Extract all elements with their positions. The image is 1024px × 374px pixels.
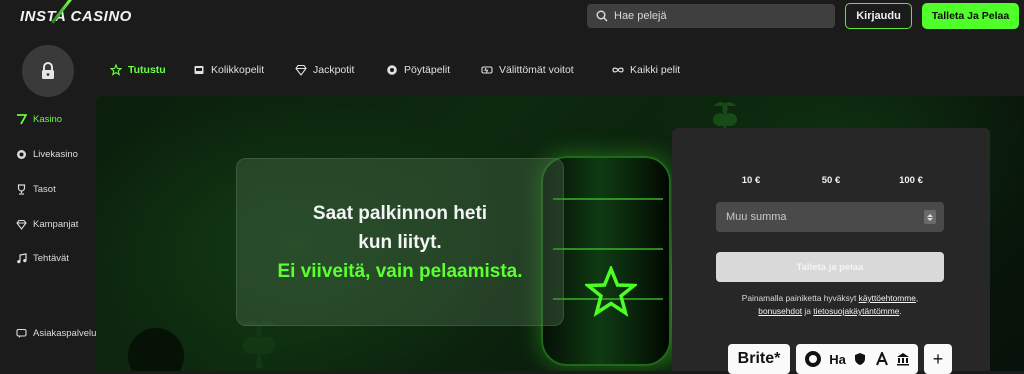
tab-kaikki-pelit[interactable]: Kaikki pelit: [612, 64, 680, 76]
payment-logos-group: Ha: [796, 344, 918, 374]
logo-text: INSTA CASINO: [20, 8, 132, 25]
sidebar-item-label: Kampanjat: [33, 219, 79, 230]
sidebar-item-tasot[interactable]: Tasot: [16, 184, 56, 195]
star-icon: [110, 64, 122, 76]
diamond-icon: [16, 219, 27, 230]
deposit-and-play-button[interactable]: Talleta Ja Pelaa: [922, 3, 1019, 29]
tab-valittomat-voitot[interactable]: Välittömät voitot: [481, 64, 574, 76]
diamond-icon: [295, 64, 307, 76]
tab-label: Tutustu: [128, 64, 166, 76]
sidebar-item-tehtavat[interactable]: Tehtävät: [16, 253, 69, 264]
brite-logo: Brite*: [728, 344, 790, 374]
chips-icon: [387, 65, 397, 75]
chat-icon: [16, 328, 27, 338]
more-payment-methods-button[interactable]: +: [924, 344, 952, 374]
bank-icon: [897, 353, 910, 366]
sidebar-item-label: Tasot: [33, 184, 56, 195]
promo-line-2: kun liityt.: [358, 231, 442, 253]
payment-methods: Brite* Ha +: [728, 344, 952, 374]
seven-icon: [17, 114, 27, 125]
sidebar-item-asiakaspalvelu[interactable]: Asiakaspalvelu: [16, 328, 96, 339]
chip-hand-icon: [17, 150, 26, 159]
star-icon: [585, 266, 637, 317]
instant-icon: [481, 66, 493, 74]
sidebar: Kasino Livekasino Tasot Kampanjat Tehtäv…: [0, 34, 96, 371]
promo-line-3: Ei viiveitä, vain pelaamista.: [277, 260, 523, 282]
tab-poytapelit[interactable]: Pöytäpelit: [386, 64, 450, 76]
infinity-icon: [612, 67, 624, 73]
lock-icon: [42, 62, 54, 79]
sidebar-item-kampanjat[interactable]: Kampanjat: [16, 219, 78, 230]
letter-a-icon: [875, 352, 888, 366]
login-button[interactable]: Kirjaudu: [845, 3, 912, 29]
search-placeholder: Hae pelejä: [614, 10, 667, 22]
deposit-panel: 10 € 50 € 100 € Muu summa Talleta ja pel…: [672, 128, 990, 374]
trophy-icon: [17, 184, 26, 195]
tab-label: Kolikkopelit: [211, 64, 265, 76]
search-input[interactable]: Hae pelejä: [587, 4, 835, 28]
payment-logo-text: Ha: [829, 351, 846, 367]
payment-provider-icon: [804, 351, 821, 367]
custom-amount-input[interactable]: Muu summa: [716, 202, 944, 232]
sidebar-item-livekasino[interactable]: Livekasino: [16, 149, 78, 160]
sidebar-item-label: Asiakaspalvelu: [33, 328, 97, 339]
sidebar-item-kasino[interactable]: Kasino: [16, 114, 62, 125]
category-tabs: Tutustu Kolikkopelit Jackpotit Pöytäpeli…: [96, 34, 1024, 96]
slot-icon: [194, 66, 204, 74]
tab-kolikkopelit[interactable]: Kolikkopelit: [193, 64, 264, 76]
amount-option-100[interactable]: 100 €: [876, 172, 946, 188]
amount-option-50[interactable]: 50 €: [796, 172, 866, 188]
search-icon: [596, 10, 608, 22]
sidebar-item-label: Kasino: [33, 114, 63, 125]
tab-label: Kaikki pelit: [630, 64, 681, 76]
amount-option-10[interactable]: 10 €: [716, 172, 786, 188]
music-note-icon: [17, 253, 27, 264]
promo-card: Saat palkinnon heti kun liityt. Ei viive…: [236, 158, 564, 326]
bonus-terms-link[interactable]: bonusehdot: [758, 306, 802, 316]
shield-icon: [855, 353, 866, 365]
tab-tutustu[interactable]: Tutustu: [110, 64, 166, 76]
privacy-policy-link[interactable]: tietosuojakäytäntömme: [813, 306, 899, 316]
terms-text: Painamalla painiketta hyväksyt käyttöeht…: [741, 293, 919, 316]
promo-line-1: Saat palkinnon heti: [312, 202, 488, 224]
sidebar-item-label: Tehtävät: [33, 253, 69, 264]
amount-options: 10 € 50 € 100 €: [716, 172, 946, 188]
tab-jackpotit[interactable]: Jackpotit: [295, 64, 354, 76]
deposit-submit-button[interactable]: Talleta ja pelaa: [716, 252, 944, 282]
tab-label: Välittömät voitot: [499, 64, 574, 76]
top-bar: INSTA CASINO Hae pelejä Kirjaudu Talleta…: [0, 0, 1024, 34]
sidebar-item-label: Livekasino: [33, 149, 78, 160]
logo[interactable]: INSTA CASINO: [20, 8, 132, 25]
amount-stepper[interactable]: [924, 210, 936, 224]
tab-label: Jackpotit: [313, 64, 355, 76]
tab-label: Pöytäpelit: [404, 64, 451, 76]
account-lock-button[interactable]: [22, 45, 74, 97]
custom-amount-placeholder: Muu summa: [726, 211, 787, 223]
terms-link[interactable]: käyttöehtomme: [859, 293, 916, 303]
